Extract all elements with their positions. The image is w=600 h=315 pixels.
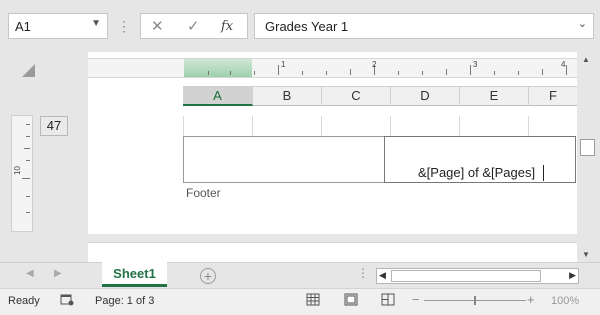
ruler-number: 3 [473, 60, 478, 69]
select-all-icon[interactable] [22, 64, 35, 77]
status-ready: Ready [8, 295, 40, 307]
horizontal-scroll-thumb[interactable] [391, 270, 541, 282]
scroll-left-icon[interactable]: ◀ [379, 270, 386, 281]
column-header-f[interactable]: F [529, 87, 577, 106]
formula-input[interactable]: Grades Year 1 ⌄ [254, 13, 594, 39]
vertical-ruler: 10 [11, 115, 33, 232]
scroll-right-icon[interactable]: ▶ [569, 270, 576, 281]
grid-row[interactable] [183, 106, 577, 136]
zoom-out-button[interactable]: − [412, 292, 420, 307]
scroll-up-icon[interactable]: ▲ [582, 55, 590, 64]
status-page-info: Page: 1 of 3 [95, 295, 155, 307]
footer-label: Footer [186, 186, 221, 200]
name-box[interactable]: A1 ▼ [8, 13, 108, 39]
expand-formula-icon[interactable]: ⌄ [578, 17, 587, 30]
next-page [88, 242, 577, 262]
footer-left-section[interactable] [183, 136, 385, 183]
ruler-number: 4 [561, 60, 566, 69]
scroll-down-icon[interactable]: ▼ [582, 250, 590, 259]
column-header-d[interactable]: D [391, 87, 460, 106]
insert-function-icon[interactable]: fx [221, 19, 233, 34]
sheet-tab-sheet1[interactable]: Sheet1 [102, 262, 167, 287]
formula-value: Grades Year 1 [265, 19, 349, 34]
ruler-number: 1 [281, 60, 286, 69]
tab-next-icon[interactable]: ▶ [54, 268, 62, 279]
vertical-scrollbar[interactable] [579, 52, 596, 262]
ruler-number: 10 [12, 166, 22, 175]
zoom-level[interactable]: 100% [551, 295, 579, 307]
cancel-icon[interactable]: ✕ [151, 17, 164, 35]
column-header-a[interactable]: A [183, 87, 253, 106]
enter-icon[interactable]: ✓ [187, 17, 200, 35]
column-header-b[interactable]: B [253, 87, 322, 106]
text-caret [543, 165, 544, 181]
column-header-c[interactable]: C [322, 87, 391, 106]
row-header[interactable]: 47 [40, 116, 68, 136]
ruler-number: 2 [372, 60, 377, 69]
macro-recording-icon[interactable] [60, 293, 74, 306]
tab-prev-icon[interactable]: ◀ [26, 268, 34, 279]
ruler-highlight [184, 59, 252, 77]
add-sheet-icon[interactable]: + [200, 268, 216, 284]
footer-right-text: &[Page] of &[Pages] [418, 165, 536, 180]
column-headers: A B C D E F [183, 86, 577, 106]
name-box-value: A1 [15, 19, 31, 34]
drag-handle-icon[interactable]: ⋮ [117, 16, 131, 36]
horizontal-ruler: 1 2 3 4 [88, 58, 577, 78]
vertical-scroll-thumb[interactable] [580, 139, 595, 156]
status-bar [0, 288, 600, 315]
formula-buttons: ✕ ✓ fx [140, 13, 248, 39]
page-layout-view-icon[interactable] [344, 293, 358, 306]
normal-view-icon[interactable] [306, 293, 320, 306]
zoom-slider-thumb[interactable] [474, 296, 476, 305]
footer-right-section[interactable]: &[Page] of &[Pages] [384, 136, 576, 183]
horizontal-scrollbar[interactable]: ◀ ▶ [376, 268, 579, 284]
split-handle-icon[interactable]: ⋮ [357, 266, 369, 280]
zoom-in-button[interactable]: + [527, 292, 535, 307]
chevron-down-icon[interactable]: ▼ [91, 18, 101, 29]
page-break-view-icon[interactable] [381, 293, 395, 306]
column-header-e[interactable]: E [460, 87, 529, 106]
